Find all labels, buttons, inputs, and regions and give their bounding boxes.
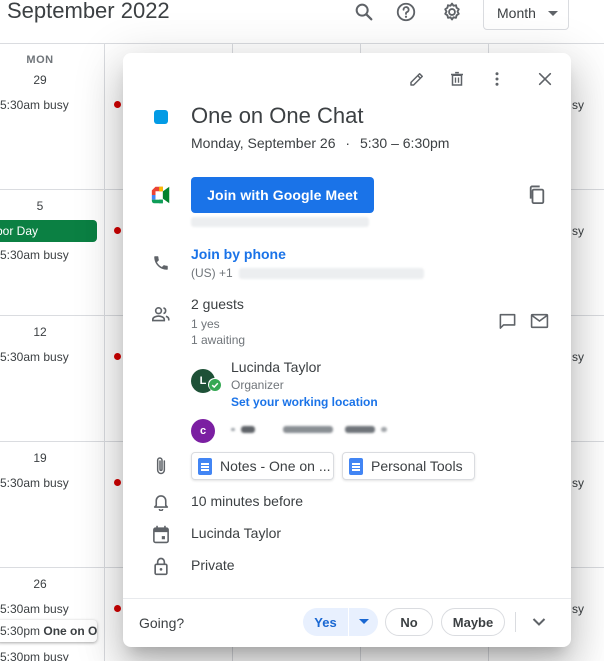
- busy-dot: [114, 605, 121, 612]
- phone-number-redacted: [239, 268, 424, 279]
- people-icon: [149, 302, 173, 326]
- caret-down-icon: [358, 619, 369, 624]
- busy-event-partial[interactable]: sy: [572, 602, 584, 616]
- event-datetime: Monday, September 26 · 5:30 – 6:30pm: [191, 135, 449, 151]
- busy-dot: [114, 479, 121, 486]
- day-number[interactable]: 26: [0, 577, 80, 591]
- top-bar: September 2022 Month: [0, 0, 604, 44]
- day-number[interactable]: 19: [0, 451, 80, 465]
- set-working-location-link[interactable]: Set your working location: [231, 395, 378, 409]
- day-number[interactable]: 12: [0, 325, 80, 339]
- edit-icon[interactable]: [405, 67, 429, 91]
- attachment-chip[interactable]: Personal Tools: [342, 452, 475, 480]
- busy-event[interactable]: 5:30am busy: [0, 602, 69, 616]
- event-date: Monday, September 26: [191, 135, 336, 151]
- selected-event-title: One on On: [43, 624, 97, 638]
- event-title: One on One Chat: [191, 103, 364, 128]
- calendar-owner: Lucinda Taylor: [191, 525, 282, 541]
- chat-icon[interactable]: [495, 309, 519, 333]
- copy-icon[interactable]: [525, 183, 549, 207]
- visibility-text: Private: [191, 557, 235, 573]
- guests-awaiting-count: 1 awaiting: [191, 333, 246, 347]
- busy-event-partial[interactable]: sy: [572, 476, 584, 490]
- footer-divider: [123, 598, 571, 599]
- rsvp-options-dropdown[interactable]: [349, 619, 378, 625]
- datetime-separator: ·: [345, 135, 351, 151]
- reminder-text: 10 minutes before: [191, 493, 304, 509]
- rsvp-yes-label: Yes: [314, 614, 337, 630]
- busy-event[interactable]: 5:30am busy: [0, 476, 69, 490]
- view-selector-button[interactable]: Month: [483, 0, 569, 30]
- organizer-role: Organizer: [231, 378, 284, 392]
- busy-event[interactable]: 5:30am busy: [0, 98, 69, 112]
- join-by-phone-link[interactable]: Join by phone: [191, 246, 286, 262]
- rsvp-prompt: Going?: [139, 615, 185, 631]
- holiday-chip[interactable]: bor Day: [0, 220, 97, 242]
- busy-event[interactable]: 5:30am busy: [0, 350, 69, 364]
- busy-event-partial[interactable]: sy: [572, 350, 584, 364]
- guest-avatar[interactable]: c: [191, 419, 215, 443]
- calendar-icon: [149, 522, 173, 546]
- selected-event-chip[interactable]: 5:30pm One on On: [0, 620, 97, 642]
- busy-event-partial[interactable]: sy: [572, 98, 584, 112]
- selected-event-time: 5:30pm: [0, 624, 41, 638]
- busy-event-partial[interactable]: sy: [572, 224, 584, 238]
- meet-link-redacted: [191, 217, 369, 227]
- meet-logo-icon: [149, 183, 173, 207]
- organizer-name: Lucinda Taylor: [231, 359, 322, 375]
- close-icon[interactable]: [533, 67, 557, 91]
- day-number[interactable]: 29: [0, 73, 80, 87]
- phone-icon: [149, 251, 173, 275]
- column-divider: [104, 44, 105, 661]
- day-of-week-label: MON: [26, 54, 54, 66]
- footer-separator: [515, 612, 516, 632]
- email-icon[interactable]: [527, 309, 551, 333]
- view-selector-label: Month: [497, 5, 536, 21]
- google-docs-icon: [198, 457, 212, 475]
- lock-icon: [149, 554, 173, 578]
- busy-dot: [114, 227, 121, 234]
- event-color-swatch: [154, 110, 168, 124]
- join-meet-button[interactable]: Join with Google Meet: [191, 177, 374, 213]
- busy-dot: [114, 353, 121, 360]
- delete-icon[interactable]: [445, 67, 469, 91]
- accepted-check-icon: [208, 378, 221, 391]
- calendar-page: September 2022 Month MON 29 5:30am busy …: [0, 0, 604, 661]
- event-time: 5:30 – 6:30pm: [359, 135, 450, 151]
- search-icon[interactable]: [352, 0, 376, 24]
- help-icon[interactable]: [394, 0, 418, 24]
- google-docs-icon: [349, 457, 363, 475]
- caret-down-icon: [548, 11, 558, 16]
- guests-yes-count: 1 yes: [191, 317, 220, 331]
- rsvp-yes-button[interactable]: Yes: [303, 608, 378, 636]
- settings-icon[interactable]: [440, 0, 464, 24]
- attachment-chip[interactable]: Notes - One on ...: [191, 452, 334, 480]
- chevron-down-icon[interactable]: [527, 610, 551, 634]
- rsvp-maybe-button[interactable]: Maybe: [441, 608, 505, 636]
- month-title: September 2022: [7, 0, 170, 23]
- day-number[interactable]: 5: [0, 199, 80, 213]
- bell-icon: [149, 489, 173, 513]
- attachment-icon: [149, 454, 173, 478]
- busy-event[interactable]: 5:30am busy: [0, 248, 69, 262]
- guest-count: 2 guests: [191, 296, 244, 312]
- phone-number: (US) +1: [191, 266, 233, 280]
- event-details-popup: One on One Chat Monday, September 26 · 5…: [123, 53, 571, 647]
- rsvp-no-button[interactable]: No: [385, 608, 433, 636]
- busy-event[interactable]: 5:30pm busy: [0, 650, 69, 661]
- attachment-title: Notes - One on ...: [220, 458, 331, 474]
- busy-dot: [114, 101, 121, 108]
- attachment-title: Personal Tools: [371, 458, 463, 474]
- more-options-icon[interactable]: [485, 67, 509, 91]
